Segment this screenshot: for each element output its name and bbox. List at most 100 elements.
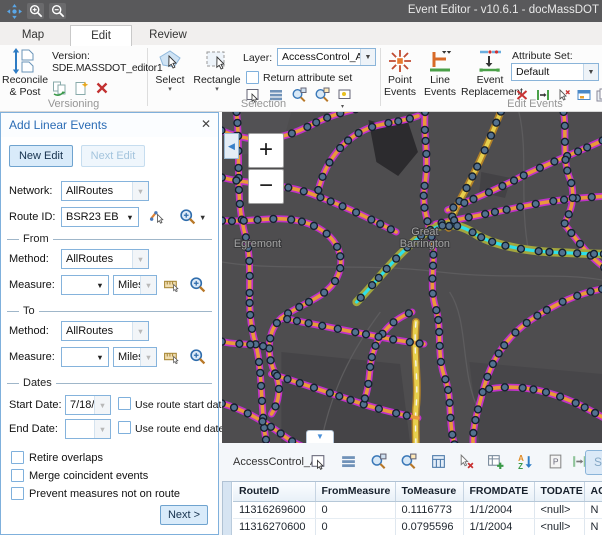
event-point-marker[interactable] — [481, 147, 488, 154]
event-point-marker[interactable] — [424, 218, 431, 225]
event-point-marker[interactable] — [584, 144, 591, 151]
event-point-marker[interactable] — [577, 240, 584, 247]
event-point-marker[interactable] — [503, 206, 510, 213]
event-point-marker[interactable] — [323, 230, 330, 237]
event-point-marker[interactable] — [489, 238, 496, 245]
event-point-marker[interactable] — [313, 119, 320, 126]
event-point-marker[interactable] — [310, 222, 317, 229]
event-point-marker[interactable] — [339, 203, 346, 210]
event-point-marker[interactable] — [296, 380, 303, 387]
event-point-marker[interactable] — [222, 174, 225, 181]
event-point-marker[interactable] — [574, 250, 581, 257]
event-point-marker[interactable] — [361, 395, 368, 402]
event-point-marker[interactable] — [565, 211, 572, 218]
network-dropdown[interactable]: AllRoutes ▼ — [61, 181, 149, 201]
tab-edit[interactable]: Edit — [70, 25, 132, 46]
event-point-marker[interactable] — [449, 431, 456, 438]
event-point-marker[interactable] — [489, 361, 496, 368]
event-point-marker[interactable] — [393, 410, 400, 417]
event-point-marker[interactable] — [236, 200, 243, 207]
event-point-marker[interactable] — [470, 196, 477, 203]
event-point-marker[interactable] — [334, 243, 341, 250]
select-button[interactable]: Select ▾ — [150, 48, 190, 93]
event-point-marker[interactable] — [422, 137, 429, 144]
collapse-table-icon[interactable]: ▼ — [306, 430, 334, 443]
chevron-down-icon[interactable]: ▼ — [360, 49, 375, 65]
event-point-marker[interactable] — [421, 182, 428, 189]
event-point-marker[interactable] — [561, 196, 568, 203]
new-edit-button[interactable]: New Edit — [9, 145, 73, 167]
chevron-down-icon[interactable]: ▼ — [583, 64, 598, 80]
retire-overlaps-checkbox[interactable] — [11, 451, 24, 464]
collapse-panel-icon[interactable]: ◀ — [224, 133, 239, 159]
event-point-marker[interactable] — [305, 320, 312, 327]
event-point-marker[interactable] — [501, 342, 508, 349]
event-point-marker[interactable] — [259, 397, 266, 404]
event-point-marker[interactable] — [272, 403, 279, 410]
event-point-marker[interactable] — [470, 430, 477, 437]
event-point-marker[interactable] — [442, 376, 449, 383]
show-selected-records-icon[interactable] — [340, 453, 357, 470]
event-point-marker[interactable] — [353, 209, 360, 216]
chevron-down-icon[interactable]: ▼ — [140, 348, 156, 366]
clear-selection-icon[interactable] — [458, 453, 475, 470]
layer-dropdown[interactable]: AccessControl_A ▼ — [277, 48, 376, 66]
event-point-marker[interactable] — [249, 325, 256, 332]
event-point-marker[interactable] — [439, 222, 446, 229]
chevron-down-icon[interactable]: ▼ — [92, 276, 108, 294]
event-point-marker[interactable] — [300, 188, 307, 195]
event-point-marker[interactable] — [592, 410, 599, 417]
line-events-button[interactable]: Line Events — [421, 48, 459, 99]
event-point-marker[interactable] — [246, 272, 253, 279]
event-point-marker[interactable] — [235, 164, 242, 171]
event-point-marker[interactable] — [352, 329, 359, 336]
attribute-set-form-icon[interactable]: P — [547, 453, 564, 470]
event-point-marker[interactable] — [421, 126, 428, 133]
event-point-marker[interactable] — [484, 373, 491, 380]
event-point-marker[interactable] — [465, 214, 472, 221]
event-point-marker[interactable] — [375, 274, 382, 281]
merge-coincident-checkbox[interactable] — [11, 469, 24, 482]
event-point-marker[interactable] — [423, 150, 430, 157]
event-point-marker[interactable] — [363, 331, 370, 338]
event-point-marker[interactable] — [326, 159, 333, 166]
delete-version-icon[interactable] — [94, 80, 111, 97]
event-point-marker[interactable] — [560, 112, 567, 115]
event-point-marker[interactable] — [321, 289, 328, 296]
event-point-marker[interactable] — [326, 390, 333, 397]
rectangle-dropdown-arrow[interactable]: ▾ — [192, 87, 242, 93]
event-point-marker[interactable] — [423, 165, 430, 172]
select-route-on-map-icon[interactable] — [149, 208, 166, 225]
event-point-marker[interactable] — [488, 132, 495, 139]
event-point-marker[interactable] — [240, 217, 247, 224]
event-point-marker[interactable] — [430, 251, 437, 258]
event-point-marker[interactable] — [447, 414, 454, 421]
event-point-marker[interactable] — [273, 320, 280, 327]
event-point-marker[interactable] — [532, 200, 539, 207]
event-point-marker[interactable] — [564, 167, 571, 174]
event-point-marker[interactable] — [258, 382, 265, 389]
event-point-marker[interactable] — [352, 112, 359, 113]
event-point-marker[interactable] — [429, 275, 436, 282]
next-button[interactable]: Next > — [160, 505, 208, 525]
event-point-marker[interactable] — [332, 278, 339, 285]
from-zoom-icon[interactable] — [189, 276, 206, 293]
event-point-marker[interactable] — [305, 298, 312, 305]
event-point-marker[interactable] — [511, 177, 518, 184]
event-point-marker[interactable] — [561, 122, 568, 129]
event-point-marker[interactable] — [435, 317, 442, 324]
event-point-marker[interactable] — [395, 118, 402, 125]
event-point-marker[interactable] — [581, 404, 588, 411]
select-dropdown-arrow[interactable]: ▾ — [150, 87, 190, 93]
event-point-marker[interactable] — [587, 288, 594, 295]
prevent-measures-checkbox[interactable] — [11, 487, 24, 500]
event-point-marker[interactable] — [437, 358, 444, 365]
next-edit-button[interactable]: Next Edit — [81, 145, 145, 167]
event-point-marker[interactable] — [284, 376, 291, 383]
event-point-marker[interactable] — [334, 325, 341, 332]
event-point-marker[interactable] — [530, 386, 537, 393]
to-zoom-icon[interactable] — [189, 348, 206, 365]
event-point-marker[interactable] — [523, 319, 530, 326]
event-point-marker[interactable] — [288, 216, 295, 223]
event-point-marker[interactable] — [421, 204, 428, 211]
